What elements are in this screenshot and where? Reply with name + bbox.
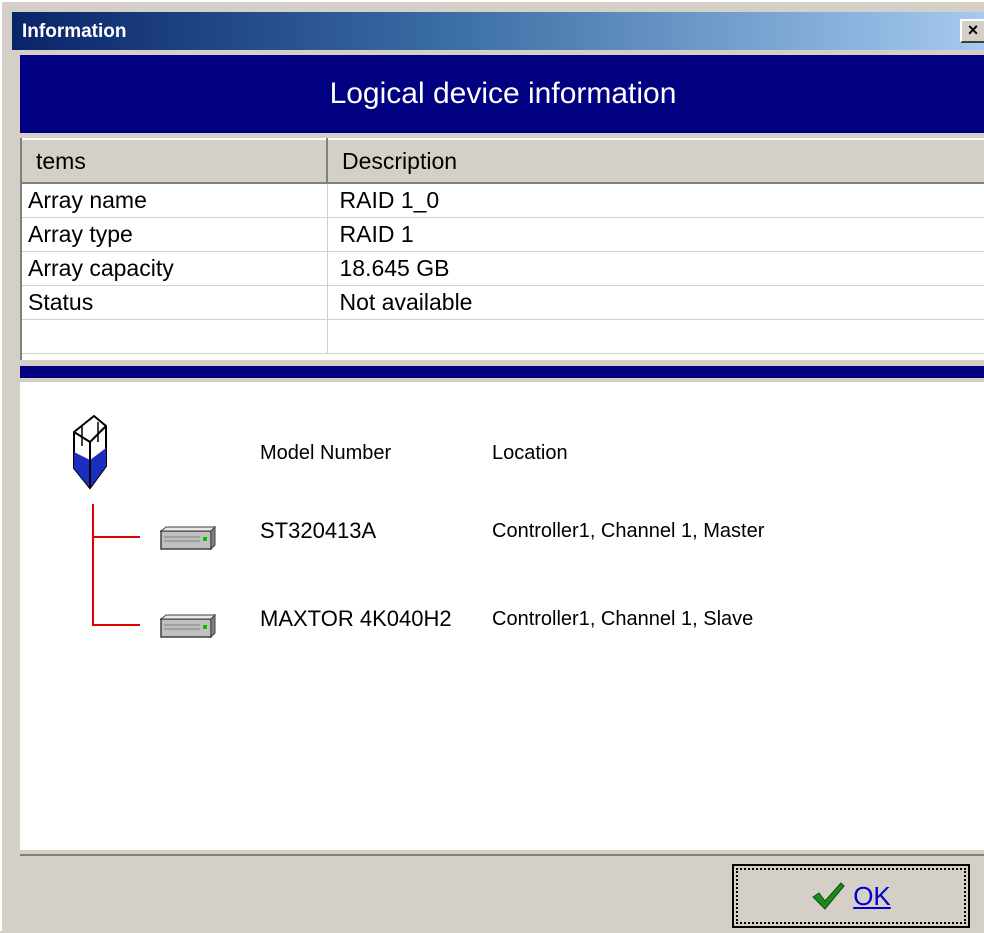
drive-location: Controller1, Channel 1, Master [492, 520, 765, 542]
column-header-items[interactable]: tems [22, 138, 328, 184]
model-number-header: Model Number [260, 442, 392, 464]
close-icon: × [967, 20, 979, 40]
row-value: 18.645 GB [327, 251, 984, 286]
row-item: Status [22, 285, 328, 320]
window-title: Information [22, 21, 127, 42]
row-item: Array name [22, 183, 328, 218]
divider-bar [20, 366, 984, 378]
hard-drive-icon[interactable] [160, 526, 216, 552]
location-header: Location [492, 442, 568, 464]
tree-line-vertical [92, 504, 94, 626]
ok-label: OK [853, 880, 891, 911]
information-window: Information × Logical device information… [0, 0, 984, 933]
row-value: RAID 1_0 [327, 183, 984, 218]
table-row-empty [22, 319, 984, 354]
row-value: RAID 1 [327, 217, 984, 252]
drive-model: ST320413A [260, 518, 377, 543]
title-bar[interactable]: Information × [12, 12, 984, 50]
info-table: tems Description Array name RAID 1_0 Arr… [20, 138, 984, 360]
ok-focus-rect: OK [736, 868, 966, 924]
hard-drive-icon[interactable] [160, 614, 216, 640]
drive-location: Controller1, Channel 1, Slave [492, 608, 754, 630]
column-header-description[interactable]: Description [327, 138, 984, 184]
table-header-row: tems Description [22, 138, 984, 184]
drive-model: MAXTOR 4K040H2 [260, 606, 452, 631]
row-value: Not available [327, 285, 984, 320]
devices-panel: Model Number Location ST320413A Controll… [20, 382, 984, 850]
row-item: Array capacity [22, 251, 328, 286]
ok-button[interactable]: OK [732, 864, 970, 928]
tree-line-branch [92, 624, 140, 626]
header-banner: Logical device information [20, 55, 984, 133]
checkmark-icon [812, 882, 845, 910]
table-row[interactable]: Array capacity 18.645 GB [22, 251, 984, 286]
tree-line-branch [92, 536, 140, 538]
dialog-footer: OK [20, 854, 984, 933]
table-row[interactable]: Array name RAID 1_0 [22, 183, 984, 218]
array-icon [73, 414, 107, 490]
table-row[interactable]: Status Not available [22, 285, 984, 320]
header-title: Logical device information [329, 77, 677, 110]
row-item: Array type [22, 217, 328, 252]
table-row[interactable]: Array type RAID 1 [22, 217, 984, 252]
close-button[interactable]: × [960, 19, 984, 43]
